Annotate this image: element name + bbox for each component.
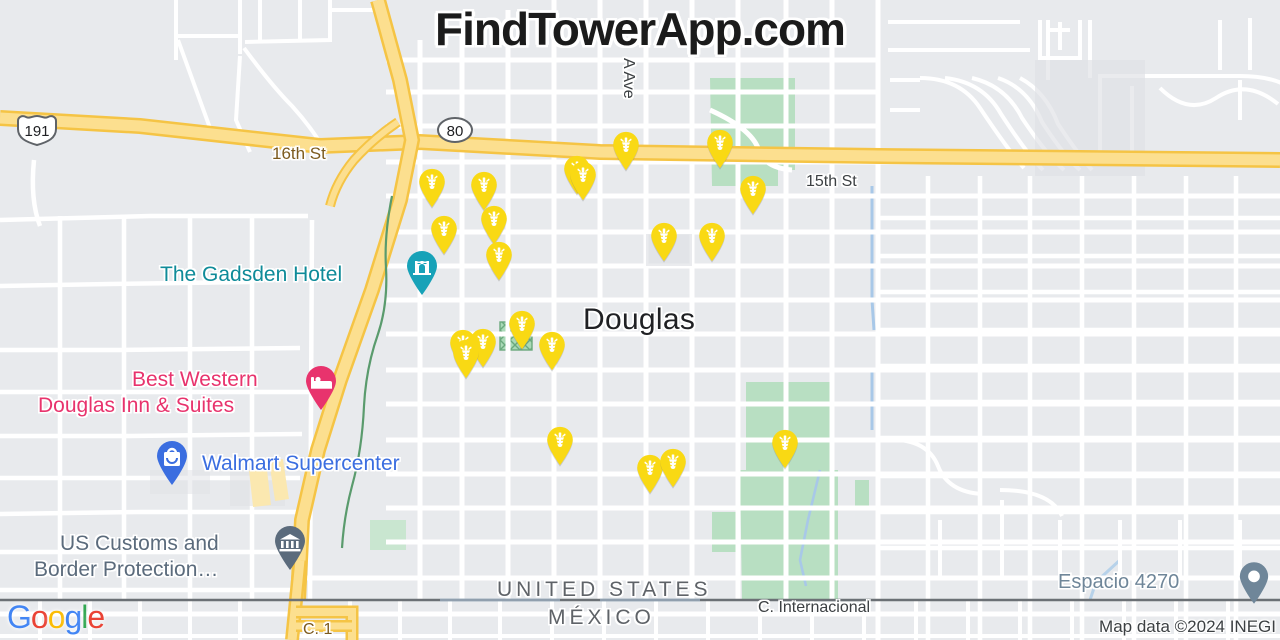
cell-tower-pin[interactable] [609, 130, 643, 172]
cell-tower-pin[interactable] [535, 330, 569, 372]
cell-tower-pin[interactable] [543, 425, 577, 467]
cell-tower-pin[interactable] [505, 309, 539, 351]
cell-tower-pin[interactable] [449, 338, 483, 380]
cell-tower-pin[interactable] [427, 214, 461, 256]
cell-tower-pin[interactable] [415, 167, 449, 209]
google-logo-letter: g [64, 599, 82, 635]
map-canvas[interactable]: FindTowerApp.com 191 80 16th St 15th St … [0, 0, 1280, 640]
cell-tower-marker-layer[interactable] [0, 0, 1280, 640]
cell-tower-pin[interactable] [703, 128, 737, 170]
cell-tower-pin[interactable] [566, 160, 600, 202]
cell-tower-pin[interactable] [656, 447, 690, 489]
google-logo-letter: G [7, 599, 32, 635]
cell-tower-pin[interactable] [768, 428, 802, 470]
google-logo-letter: o [47, 599, 66, 635]
google-logo-letter: e [87, 599, 105, 635]
google-logo-letter: o [30, 599, 49, 635]
cell-tower-pin[interactable] [647, 221, 681, 263]
cell-tower-pin[interactable] [736, 174, 770, 216]
cell-tower-pin[interactable] [695, 221, 729, 263]
cell-tower-pin[interactable] [482, 240, 516, 282]
map-data-attribution: Map data ©2024 INEGI [1099, 617, 1276, 636]
google-logo[interactable]: Google [7, 599, 105, 636]
